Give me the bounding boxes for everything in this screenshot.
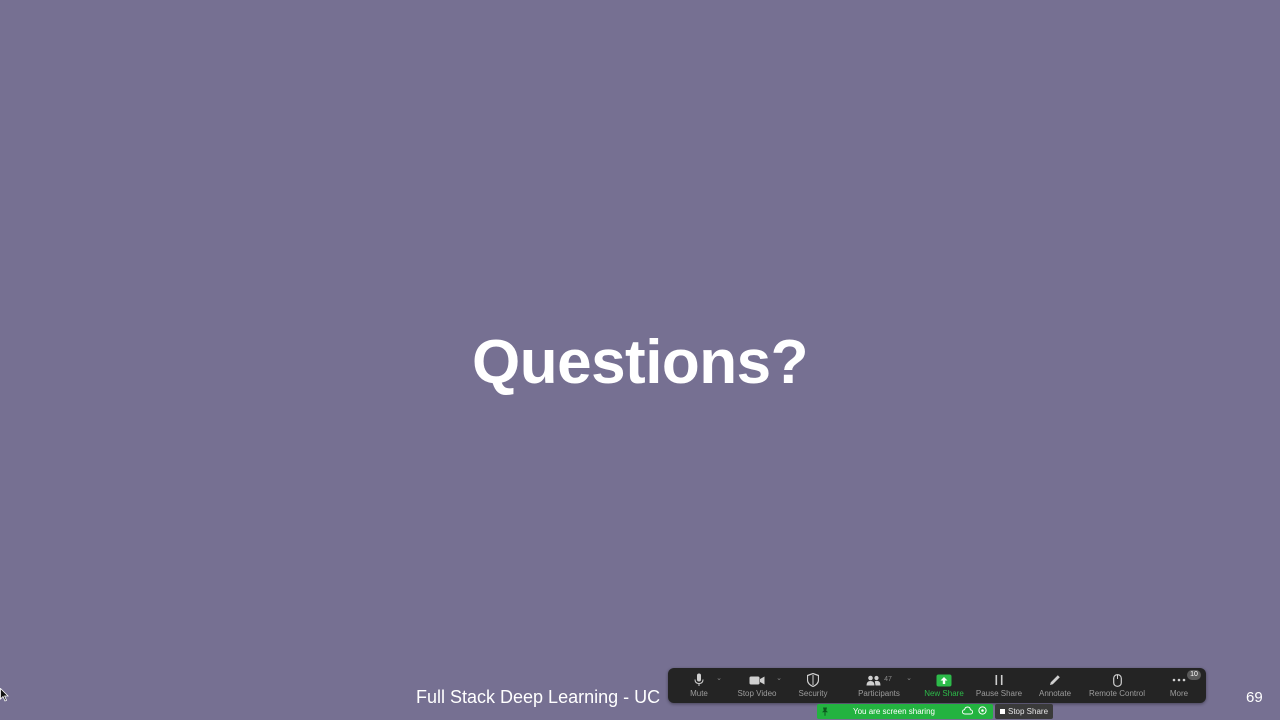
stop-share-label: Stop Share <box>1008 707 1049 716</box>
pin-icon <box>822 707 828 716</box>
participants-label: Participants <box>858 689 900 698</box>
participants-options-caret[interactable]: ⌄ <box>905 674 913 684</box>
video-camera-icon <box>749 676 765 684</box>
more-notification-badge: 10 <box>1187 670 1201 680</box>
mouse-icon <box>1112 673 1122 687</box>
remote-control-label: Remote Control <box>1088 689 1146 698</box>
share-arrow-up-icon <box>936 674 952 686</box>
slide-title: Questions? <box>471 328 809 397</box>
slide-footer: Full Stack Deep Learning - UC <box>416 687 661 707</box>
security-button[interactable]: Security <box>792 668 834 703</box>
annotate-button[interactable]: Annotate <box>1034 668 1076 703</box>
pause-share-label: Pause Share <box>975 689 1023 698</box>
stop-icon <box>1000 709 1005 714</box>
more-label: More <box>1169 689 1189 698</box>
screen-sharing-status-text: You are screen sharing <box>853 707 935 716</box>
video-options-caret[interactable]: ⌄ <box>775 674 783 684</box>
screen-sharing-status-bar[interactable]: You are screen sharing <box>817 704 993 719</box>
stop-video-label: Stop Video <box>737 689 777 698</box>
microphone-icon <box>694 673 704 686</box>
meeting-controls-toolbar: Mute ⌄ Stop Video ⌄ Security 47 Particip… <box>668 668 1206 703</box>
people-icon <box>866 675 881 685</box>
presentation-slide: Questions? Full Stack Deep Learning - UC… <box>0 0 1280 720</box>
stop-share-button[interactable]: Stop Share <box>995 704 1053 719</box>
new-share-button[interactable]: New Share <box>920 668 968 703</box>
pause-icon <box>995 675 1003 685</box>
mute-options-caret[interactable]: ⌄ <box>715 674 723 684</box>
ellipsis-icon <box>1172 678 1186 682</box>
pencil-icon <box>1050 675 1060 685</box>
annotate-label: Annotate <box>1038 689 1072 698</box>
slide-page-number: 69 <box>1246 689 1263 706</box>
mute-label: Mute <box>690 689 708 698</box>
participants-count: 47 <box>884 676 892 683</box>
participants-button[interactable]: 47 Participants <box>852 668 906 703</box>
mute-button[interactable]: Mute <box>682 668 716 703</box>
remote-control-button[interactable]: Remote Control <box>1084 668 1150 703</box>
pause-share-button[interactable]: Pause Share <box>974 668 1024 703</box>
cloud-icon[interactable] <box>962 706 973 715</box>
mouse-pointer-icon <box>0 688 9 702</box>
new-share-label: New Share <box>924 689 964 698</box>
settings-icon[interactable] <box>978 706 987 715</box>
shield-icon <box>807 673 819 687</box>
security-label: Security <box>798 689 828 698</box>
stop-video-button[interactable]: Stop Video <box>734 668 780 703</box>
